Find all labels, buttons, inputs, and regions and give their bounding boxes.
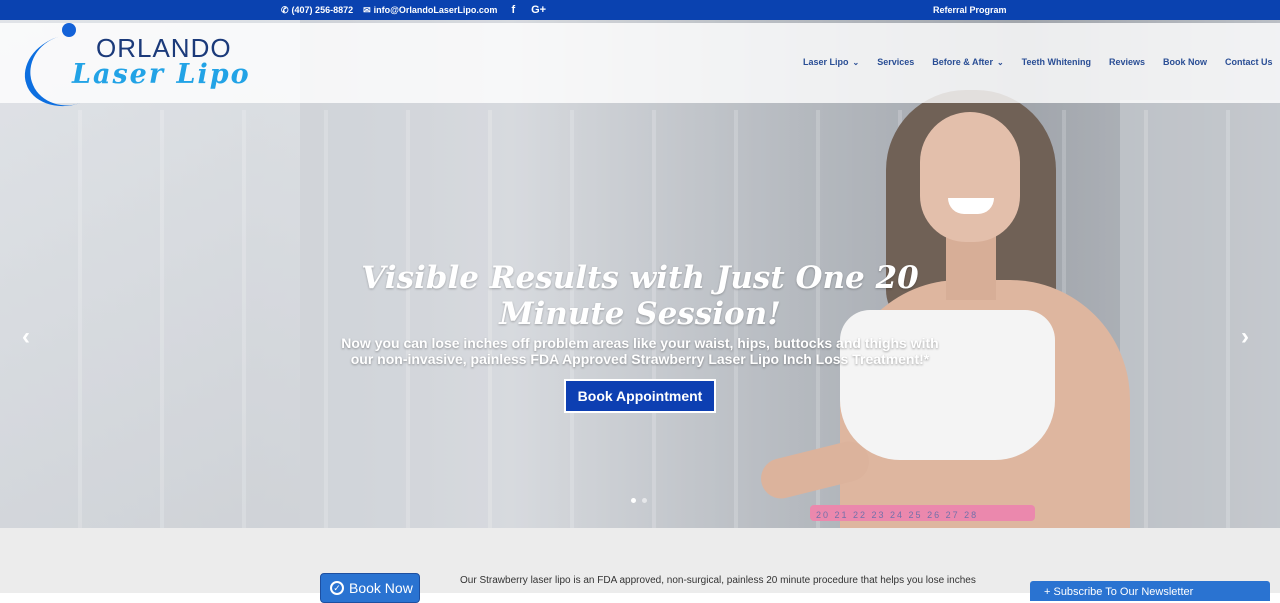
hero-title: Visible Results with Just One 20 Minute …	[361, 260, 919, 332]
phone-link[interactable]: ✆ (407) 256-8872	[281, 5, 353, 16]
chevron-down-icon: ⌄	[996, 57, 1004, 67]
nav-item-book-now[interactable]: Book Now	[1163, 57, 1207, 67]
phone-number: (407) 256-8872	[291, 5, 354, 15]
nav-item-label: Contact Us	[1225, 57, 1273, 67]
google-plus-icon[interactable]: G+	[531, 4, 546, 16]
site-header: ORLANDO Laser Lipo Laser Lipo ⌄ Services…	[0, 22, 1280, 118]
nav-item-label: Teeth Whitening	[1021, 57, 1091, 67]
nav-item-label: Book Now	[1163, 57, 1208, 67]
book-now-label: Book Now	[349, 580, 413, 596]
contact-info: ✆ (407) 256-8872 ✉ info@OrlandoLaserLipo…	[281, 0, 546, 20]
email-link[interactable]: ✉ info@OrlandoLaserLipo.com	[363, 5, 497, 16]
nav-item-contact-us[interactable]: Contact Us	[1225, 57, 1273, 67]
nav-item-label: Reviews	[1108, 57, 1146, 67]
slider-dot-1[interactable]	[631, 498, 636, 503]
slider-dots	[631, 498, 647, 503]
chevron-down-icon: ⌄	[852, 57, 860, 67]
intro-paragraph: Our Strawberry laser lipo is an FDA appr…	[460, 575, 976, 586]
top-bar: ✆ (407) 256-8872 ✉ info@OrlandoLaserLipo…	[0, 0, 1280, 20]
phone-icon: ✆	[281, 4, 289, 15]
nav-item-before-after[interactable]: Before & After ⌄	[932, 57, 1003, 67]
nav-item-laser-lipo[interactable]: Laser Lipo ⌄	[803, 57, 859, 67]
nav-item-label: Laser Lipo	[803, 57, 849, 67]
newsletter-subscribe-tab[interactable]: + Subscribe To Our Newsletter	[1030, 581, 1270, 601]
logo-text-laser-lipo: Laser Lipo	[72, 59, 251, 90]
nav-item-services[interactable]: Services	[877, 57, 914, 67]
envelope-icon: ✉	[363, 4, 371, 15]
book-now-button[interactable]: ✓ Book Now	[320, 573, 420, 603]
facebook-icon[interactable]: f	[511, 4, 515, 16]
nav-item-teeth-whitening[interactable]: Teeth Whitening	[1022, 57, 1091, 67]
hero-subtitle: Now you can lose inches off problem area…	[341, 335, 939, 367]
next-slide-arrow-icon[interactable]: ›	[1241, 325, 1249, 349]
nav-item-label: Before & After	[932, 57, 993, 67]
email-address: info@OrlandoLaserLipo.com	[373, 5, 498, 15]
nav-item-label: Services	[877, 57, 915, 67]
book-appointment-button[interactable]: Book Appointment	[564, 379, 716, 413]
referral-program-link[interactable]: Referral Program	[933, 0, 1007, 20]
main-nav: Laser Lipo ⌄ Services Before & After ⌄ T…	[803, 57, 1273, 67]
slider-dot-2[interactable]	[642, 498, 647, 503]
nav-item-reviews[interactable]: Reviews	[1109, 57, 1145, 67]
site-logo[interactable]: ORLANDO Laser Lipo	[15, 22, 274, 118]
prev-slide-arrow-icon[interactable]: ‹	[22, 325, 30, 349]
